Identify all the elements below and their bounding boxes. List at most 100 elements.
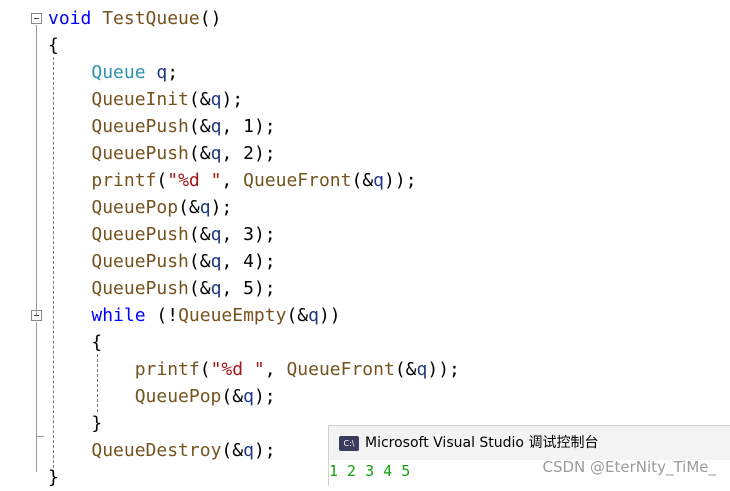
code-token: q	[308, 305, 319, 326]
code-token: );	[253, 251, 276, 272]
console-title: Microsoft Visual Studio 调试控制台	[365, 435, 599, 451]
code-token: );	[253, 224, 276, 245]
code-token: q	[210, 251, 222, 272]
code-token: }	[48, 413, 103, 434]
code-token: );	[253, 440, 276, 461]
code-token: );	[253, 386, 276, 407]
code-token: (&	[188, 224, 211, 245]
code-token: (&	[188, 251, 211, 272]
code-token: (&	[286, 305, 309, 326]
code-token: (&	[188, 89, 211, 110]
code-token: (&	[221, 386, 244, 407]
code-token: {	[48, 332, 103, 353]
code-token: (	[199, 359, 211, 380]
code-token: QueueFront	[286, 359, 395, 380]
code-token: (!	[145, 305, 179, 326]
code-token: QueuePop	[91, 197, 179, 218]
code-line[interactable]: while (!QueueEmpty(&q))	[48, 302, 340, 329]
code-line[interactable]: QueueInit(&q);	[48, 86, 243, 113]
code-token: );	[253, 116, 276, 137]
code-token: printf	[91, 170, 157, 191]
code-token: 1	[243, 116, 254, 137]
code-line[interactable]: Queue q;	[48, 59, 178, 86]
code-token: void	[48, 8, 92, 29]
code-token: q	[199, 197, 211, 218]
code-token: QueueFront	[243, 170, 352, 191]
code-editor[interactable]: void TestQueue() { Queue q; QueueInit(&q)…	[0, 0, 730, 488]
code-token: ,	[221, 251, 244, 272]
code-token: );	[253, 143, 276, 164]
code-token: }	[48, 467, 59, 488]
code-token: QueueEmpty	[178, 305, 287, 326]
code-token: );	[253, 278, 276, 299]
code-token: printf	[134, 359, 200, 380]
code-line[interactable]: QueuePop(&q);	[48, 383, 276, 410]
code-token: ,	[221, 143, 244, 164]
code-line[interactable]: QueueDestroy(&q);	[48, 437, 276, 464]
code-token: QueuePush	[91, 278, 189, 299]
code-token: (&	[188, 116, 211, 137]
code-token: while	[91, 305, 146, 326]
code-line[interactable]: printf("%d ", QueueFront(&q));	[48, 356, 460, 383]
code-line[interactable]: }	[48, 464, 59, 491]
watermark: CSDN @EterNity_TiMe_	[542, 458, 716, 476]
code-token: {	[48, 35, 59, 56]
code-token: q	[243, 440, 254, 461]
code-token: q	[210, 143, 222, 164]
code-token: 5	[243, 278, 254, 299]
code-token: ));	[384, 170, 417, 191]
code-token: ));	[427, 359, 460, 380]
code-line[interactable]: QueuePush(&q, 2);	[48, 140, 276, 167]
code-token: 4	[243, 251, 254, 272]
code-token: ,	[221, 278, 244, 299]
code-line[interactable]: QueuePush(&q, 3);	[48, 221, 276, 248]
code-token: );	[210, 197, 233, 218]
code-line[interactable]: {	[48, 32, 59, 59]
code-token: (&	[178, 197, 200, 218]
code-line[interactable]: QueuePush(&q, 5);	[48, 275, 276, 302]
code-line[interactable]: printf("%d ", QueueFront(&q));	[48, 167, 417, 194]
code-token: ()	[199, 8, 222, 29]
code-token: q	[416, 359, 428, 380]
collapse-function-toggle-icon[interactable]	[31, 13, 42, 24]
code-line[interactable]: QueuePop(&q);	[48, 194, 232, 221]
console-app-icon: C:\	[339, 436, 359, 451]
code-token: q	[373, 170, 385, 191]
code-token: (&	[351, 170, 374, 191]
code-token: 2	[243, 143, 254, 164]
code-line[interactable]: {	[48, 329, 102, 356]
code-token: QueuePush	[91, 143, 189, 164]
debug-console-window[interactable]: C:\ Microsoft Visual Studio 调试控制台 1 2 3 …	[328, 425, 730, 486]
code-token: ,	[221, 170, 244, 191]
code-token: 3	[243, 224, 254, 245]
code-token: ,	[264, 359, 287, 380]
code-token: );	[221, 89, 244, 110]
code-token: (	[156, 170, 168, 191]
code-token: q	[210, 116, 222, 137]
code-token: q	[210, 278, 222, 299]
code-token: (&	[188, 143, 211, 164]
code-line[interactable]: QueuePush(&q, 4);	[48, 248, 276, 275]
code-token: "%d "	[210, 359, 265, 380]
code-line[interactable]: }	[48, 410, 102, 437]
console-title-bar[interactable]: C:\ Microsoft Visual Studio 调试控制台	[329, 426, 730, 460]
code-token: QueuePush	[91, 116, 189, 137]
code-token: ,	[221, 116, 244, 137]
code-token: (&	[221, 440, 244, 461]
code-line[interactable]: QueuePush(&q, 1);	[48, 113, 276, 140]
code-token: q	[210, 224, 222, 245]
code-token: q	[243, 386, 254, 407]
code-token: QueuePop	[134, 386, 222, 407]
code-line[interactable]: void TestQueue()	[48, 5, 221, 32]
